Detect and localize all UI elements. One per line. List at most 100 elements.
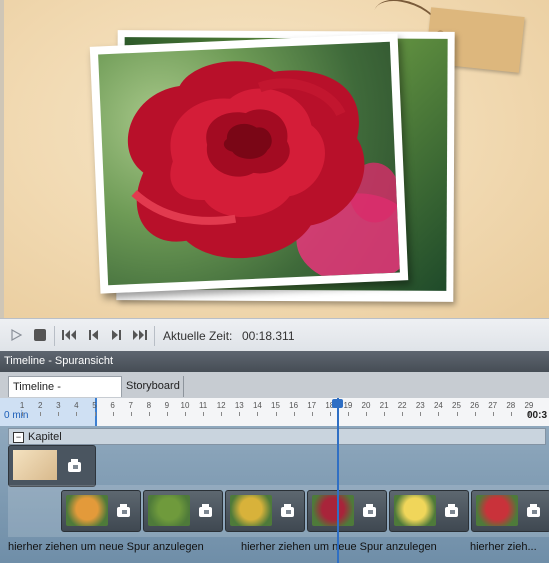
ruler-tick-label: 29	[524, 401, 534, 410]
ruler-tick-mark	[438, 412, 440, 416]
ruler-tick-mark	[366, 412, 367, 416]
ruler-tick-mark	[275, 412, 277, 416]
ruler-tick-mark	[257, 412, 259, 416]
clip-thumbnail	[230, 495, 272, 526]
ruler-tick-mark	[94, 412, 96, 416]
photo-clip[interactable]	[61, 490, 141, 532]
ruler-tick-label: 19	[343, 401, 353, 410]
ruler-tick-mark	[239, 412, 241, 416]
ruler-start-label: 0 min	[4, 410, 29, 421]
collapse-toggle-icon[interactable]: −	[13, 432, 24, 443]
skip-to-start-icon[interactable]	[60, 326, 78, 344]
toolbar-separator	[54, 326, 55, 346]
ruler-tick-label: 6	[110, 401, 115, 410]
ruler-tick-label: 27	[488, 401, 498, 410]
ruler-tick-mark	[402, 412, 404, 416]
ruler-tick-mark	[510, 412, 512, 416]
chapter-label: Kapitel	[28, 431, 62, 443]
photo-clip[interactable]	[471, 490, 549, 532]
photo-clip[interactable]	[143, 490, 223, 532]
ruler-tick-label: 22	[397, 401, 407, 410]
ruler-tick-label: 9	[164, 401, 170, 410]
ruler-tick-label: 26	[470, 401, 480, 410]
photo-clip[interactable]	[307, 490, 387, 532]
ruler-tick-label: 8	[146, 401, 152, 410]
ruler-tick-mark	[221, 412, 223, 416]
ruler-tick-mark	[492, 412, 494, 416]
next-frame-icon[interactable]	[108, 326, 126, 344]
play-icon[interactable]	[7, 326, 25, 344]
ruler-tick-label: 16	[289, 401, 299, 410]
preview-left-edge	[0, 0, 4, 318]
chapter-background-clip[interactable]	[8, 445, 96, 487]
tab-storyboard[interactable]: Storyboard	[122, 376, 184, 397]
ruler-tick-label: 3	[56, 401, 61, 410]
clip-thumbnail	[66, 495, 108, 526]
ruler-tick-mark	[40, 412, 42, 416]
drop-hint: hierher ziehen um neue Spur anzulegen	[8, 541, 204, 553]
ruler-tick-label: 5	[92, 401, 97, 410]
ruler-tick-mark	[293, 412, 295, 416]
camera-icon[interactable]	[116, 503, 136, 519]
previous-frame-icon[interactable]	[84, 326, 102, 344]
playhead-line[interactable]	[337, 398, 339, 563]
camera-icon[interactable]	[67, 458, 87, 474]
ruler-tick-label: 28	[506, 401, 516, 410]
playhead-handle[interactable]	[332, 399, 343, 408]
toolbar-separator	[154, 326, 155, 346]
ruler-tick-mark	[130, 412, 132, 416]
current-time-value: 00:18.311	[242, 329, 295, 343]
ruler-tick-mark	[166, 412, 168, 416]
camera-icon[interactable]	[280, 503, 300, 519]
ruler-tick-label: 13	[234, 401, 244, 410]
ruler-tick-mark	[112, 412, 114, 416]
ruler-tick-mark	[185, 412, 186, 416]
preview-area	[0, 0, 549, 318]
ruler-tick-label: 11	[198, 401, 208, 410]
ruler-tick-mark	[347, 412, 349, 416]
ruler-tick-label: 20	[361, 401, 371, 410]
ruler-tick-label: 25	[452, 401, 461, 410]
ruler-tick-label: 23	[415, 401, 425, 410]
ruler-tick-label: 2	[37, 401, 43, 410]
rose-photo	[89, 33, 409, 294]
camera-icon[interactable]	[362, 503, 382, 519]
ruler-tick-mark	[148, 412, 150, 416]
tab-timeline-spuransicht[interactable]: Timeline - Spuransicht	[8, 376, 122, 414]
drop-hint: hierher zieh...	[470, 541, 537, 553]
ruler-tick-label: 7	[128, 401, 133, 410]
ruler-tick-label: 15	[271, 401, 280, 410]
camera-icon[interactable]	[198, 503, 218, 519]
camera-icon[interactable]	[444, 503, 464, 519]
ruler-tick-label: 14	[252, 401, 262, 410]
ruler-tick-mark	[456, 412, 458, 416]
ruler-tick-mark	[22, 412, 24, 416]
ruler-tick-mark	[420, 412, 422, 416]
photo-clip[interactable]	[225, 490, 305, 532]
skip-to-end-icon[interactable]	[131, 326, 149, 344]
ruler-tick-mark	[384, 412, 386, 416]
ruler-tick-mark	[474, 412, 476, 416]
ruler-tick-label: 24	[433, 401, 443, 410]
clip-thumbnail	[13, 450, 57, 480]
ruler-tick-label: 1	[19, 401, 25, 410]
ruler-end-label: 00:3	[527, 410, 548, 421]
clip-thumbnail	[476, 495, 518, 526]
timeline-panel-title: Timeline - Spuransicht	[0, 351, 549, 372]
clip-thumbnail	[394, 495, 436, 526]
ruler-tick-label: 4	[74, 401, 79, 410]
camera-icon[interactable]	[526, 503, 546, 519]
ruler-tick-label: 10	[180, 401, 190, 410]
stop-icon[interactable]	[31, 326, 49, 344]
playback-toolbar: Aktuelle Zeit: 00:18.311	[0, 318, 549, 352]
rose-image	[127, 61, 400, 284]
ruler-tick-mark	[58, 412, 60, 416]
chapter-header[interactable]: − Kapitel	[8, 428, 546, 445]
ruler-tick-mark	[203, 412, 205, 416]
photo-clip[interactable]	[389, 490, 469, 532]
ruler-tick-mark	[311, 412, 313, 416]
ruler-tick-label: 21	[379, 401, 389, 410]
ruler-tick-mark	[76, 412, 78, 416]
ruler-tick-label: 12	[216, 401, 226, 410]
time-ruler[interactable]: 0 min 1 2 3 4 5 6 7 8 9 10 11 12 13 14 15 16 17 18 19 20 21 2…	[0, 398, 549, 427]
